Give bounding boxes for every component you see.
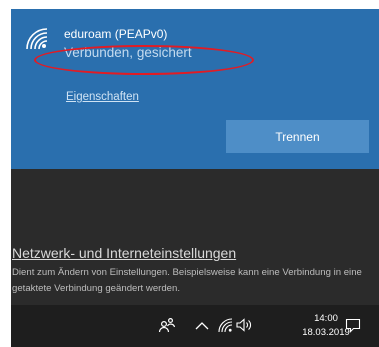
wifi-network-card[interactable]: eduroam (PEAPv0) Verbunden, gesichert Ei… bbox=[11, 9, 379, 169]
speaker-icon[interactable] bbox=[235, 315, 255, 335]
network-name: eduroam (PEAPv0) bbox=[64, 27, 168, 41]
properties-link[interactable]: Eigenschaften bbox=[66, 91, 139, 103]
disconnect-button[interactable]: Trennen bbox=[226, 120, 369, 153]
taskbar: 14:00 18.03.2019 bbox=[11, 305, 379, 347]
connection-status: Verbunden, gesichert bbox=[64, 45, 192, 60]
network-settings-link[interactable]: Netzwerk- und Interneteinstellungen bbox=[12, 245, 236, 261]
network-flyout: eduroam (PEAPv0) Verbunden, gesichert Ei… bbox=[11, 9, 379, 347]
chevron-up-icon[interactable] bbox=[194, 316, 210, 334]
wifi-icon[interactable] bbox=[216, 315, 234, 335]
notification-icon[interactable] bbox=[344, 316, 362, 334]
settings-description: Dient zum Ändern von Einstellungen. Beis… bbox=[12, 267, 362, 294]
wifi-icon bbox=[26, 28, 48, 50]
people-icon[interactable] bbox=[158, 315, 176, 335]
